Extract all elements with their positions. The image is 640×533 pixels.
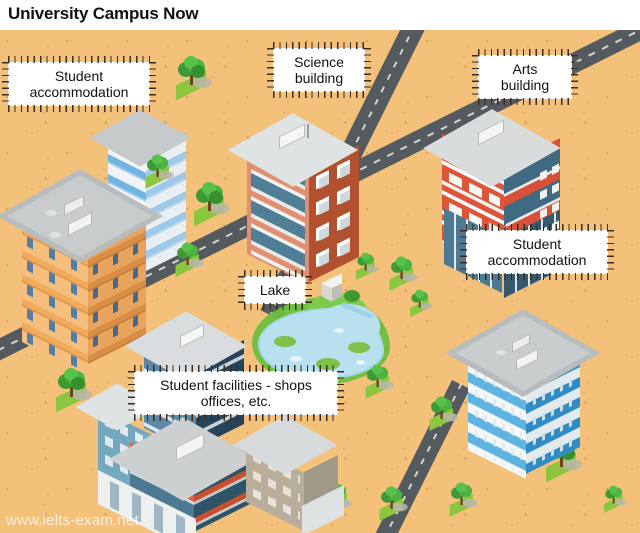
accom-right-roof-vent [496, 350, 506, 355]
label-student-facilities[interactable]: Student facilities - shops offices, etc. [128, 365, 344, 421]
label-text: Lake [254, 282, 296, 298]
label-line-2: building [294, 70, 344, 86]
roof-vent-2 [50, 232, 61, 238]
label-line-2: accommodation [487, 252, 587, 268]
tree-foliage [191, 65, 205, 78]
tree [190, 182, 230, 227]
tree [172, 56, 212, 101]
watermark: www.ielts-exam.net [6, 512, 139, 529]
science-right-window-glass [315, 156, 353, 276]
campus-map: Student accommodation Science building A… [0, 30, 640, 533]
tree-foliage [209, 191, 223, 204]
plaque-edge-right [364, 48, 371, 92]
plaque-edge-right [607, 230, 614, 274]
tree-foliage [71, 377, 85, 390]
label-line-1: Science [294, 53, 344, 70]
label-text: Arts building [495, 61, 555, 93]
tree-foliage [181, 242, 193, 253]
page-title: University Campus Now [8, 4, 199, 23]
tree-shadow [402, 272, 418, 282]
tree-shadow [562, 459, 582, 470]
building-student-accommodation-right [445, 288, 601, 480]
label-text: Science building [288, 54, 350, 86]
tree-shadow [366, 265, 379, 273]
plaque-edge-right [571, 55, 578, 99]
plaque-edge-left [267, 48, 274, 92]
plaque-edge-left [460, 230, 467, 274]
label-line-1: Lake [259, 281, 291, 298]
tree [386, 256, 418, 291]
lily-pad [274, 336, 296, 347]
lakeside-bush [344, 290, 360, 302]
tree [446, 482, 478, 517]
tree-shadow [378, 380, 394, 390]
science-roof-antenna [307, 124, 309, 138]
campus-map-screenshot: University Campus Now Student accommodat… [0, 0, 640, 533]
label-line-2: accommodation [29, 84, 129, 100]
water-highlight [290, 356, 302, 362]
tree-foliage [455, 482, 467, 493]
label-line-1: Student [54, 67, 104, 84]
lily-pad [348, 342, 370, 353]
label-line-1: Arts [512, 60, 538, 77]
water-highlight [334, 328, 344, 333]
label-arts-building[interactable]: Arts building [472, 49, 578, 105]
label-student-accommodation-right[interactable]: Student accommodation [460, 224, 614, 280]
plaque-edge-right [149, 62, 156, 106]
plaque-edge-left [238, 276, 245, 304]
tree-shadow [442, 412, 458, 422]
label-lake[interactable]: Lake [238, 270, 312, 310]
tree-shadow [462, 498, 478, 508]
plaque-edge-left [472, 55, 479, 99]
tree-shadow [614, 498, 627, 506]
label-text: Student accommodation [482, 236, 593, 268]
building-science [227, 108, 363, 286]
label-line-1: Student facilities - shops [160, 376, 312, 393]
label-student-accommodation-left[interactable]: Student accommodation [2, 56, 156, 112]
plaque-edge-left [128, 371, 135, 415]
tree-shadow [192, 77, 212, 88]
label-science-building[interactable]: Science building [267, 42, 371, 98]
tree [602, 485, 627, 514]
roof-vent-1 [46, 210, 57, 216]
tree [426, 396, 458, 431]
plaque-edge-right [305, 276, 312, 304]
tree [172, 242, 204, 277]
lakeside-hut [322, 273, 342, 302]
tree-shadow [420, 302, 433, 310]
title-bar: University Campus Now [0, 0, 640, 30]
plaque-edge-left [2, 62, 9, 106]
tree [408, 289, 433, 318]
tree-shadow [188, 258, 204, 268]
label-line-2: offices, etc. [200, 393, 272, 409]
tree-foliage [395, 256, 407, 267]
tree-foliage [435, 396, 447, 407]
label-text: Student accommodation [24, 68, 135, 100]
label-text: Student facilities - shops offices, etc. [154, 377, 318, 409]
tree [362, 364, 394, 399]
label-line-1: Student [512, 235, 562, 252]
label-line-2: building [500, 77, 550, 93]
tree-foliage [371, 364, 383, 375]
tree-shadow [210, 203, 230, 214]
tree-foliage [609, 485, 618, 494]
plaque-edge-right [337, 371, 344, 415]
hut-right-wall [332, 283, 342, 302]
tree-foliage [415, 289, 424, 298]
